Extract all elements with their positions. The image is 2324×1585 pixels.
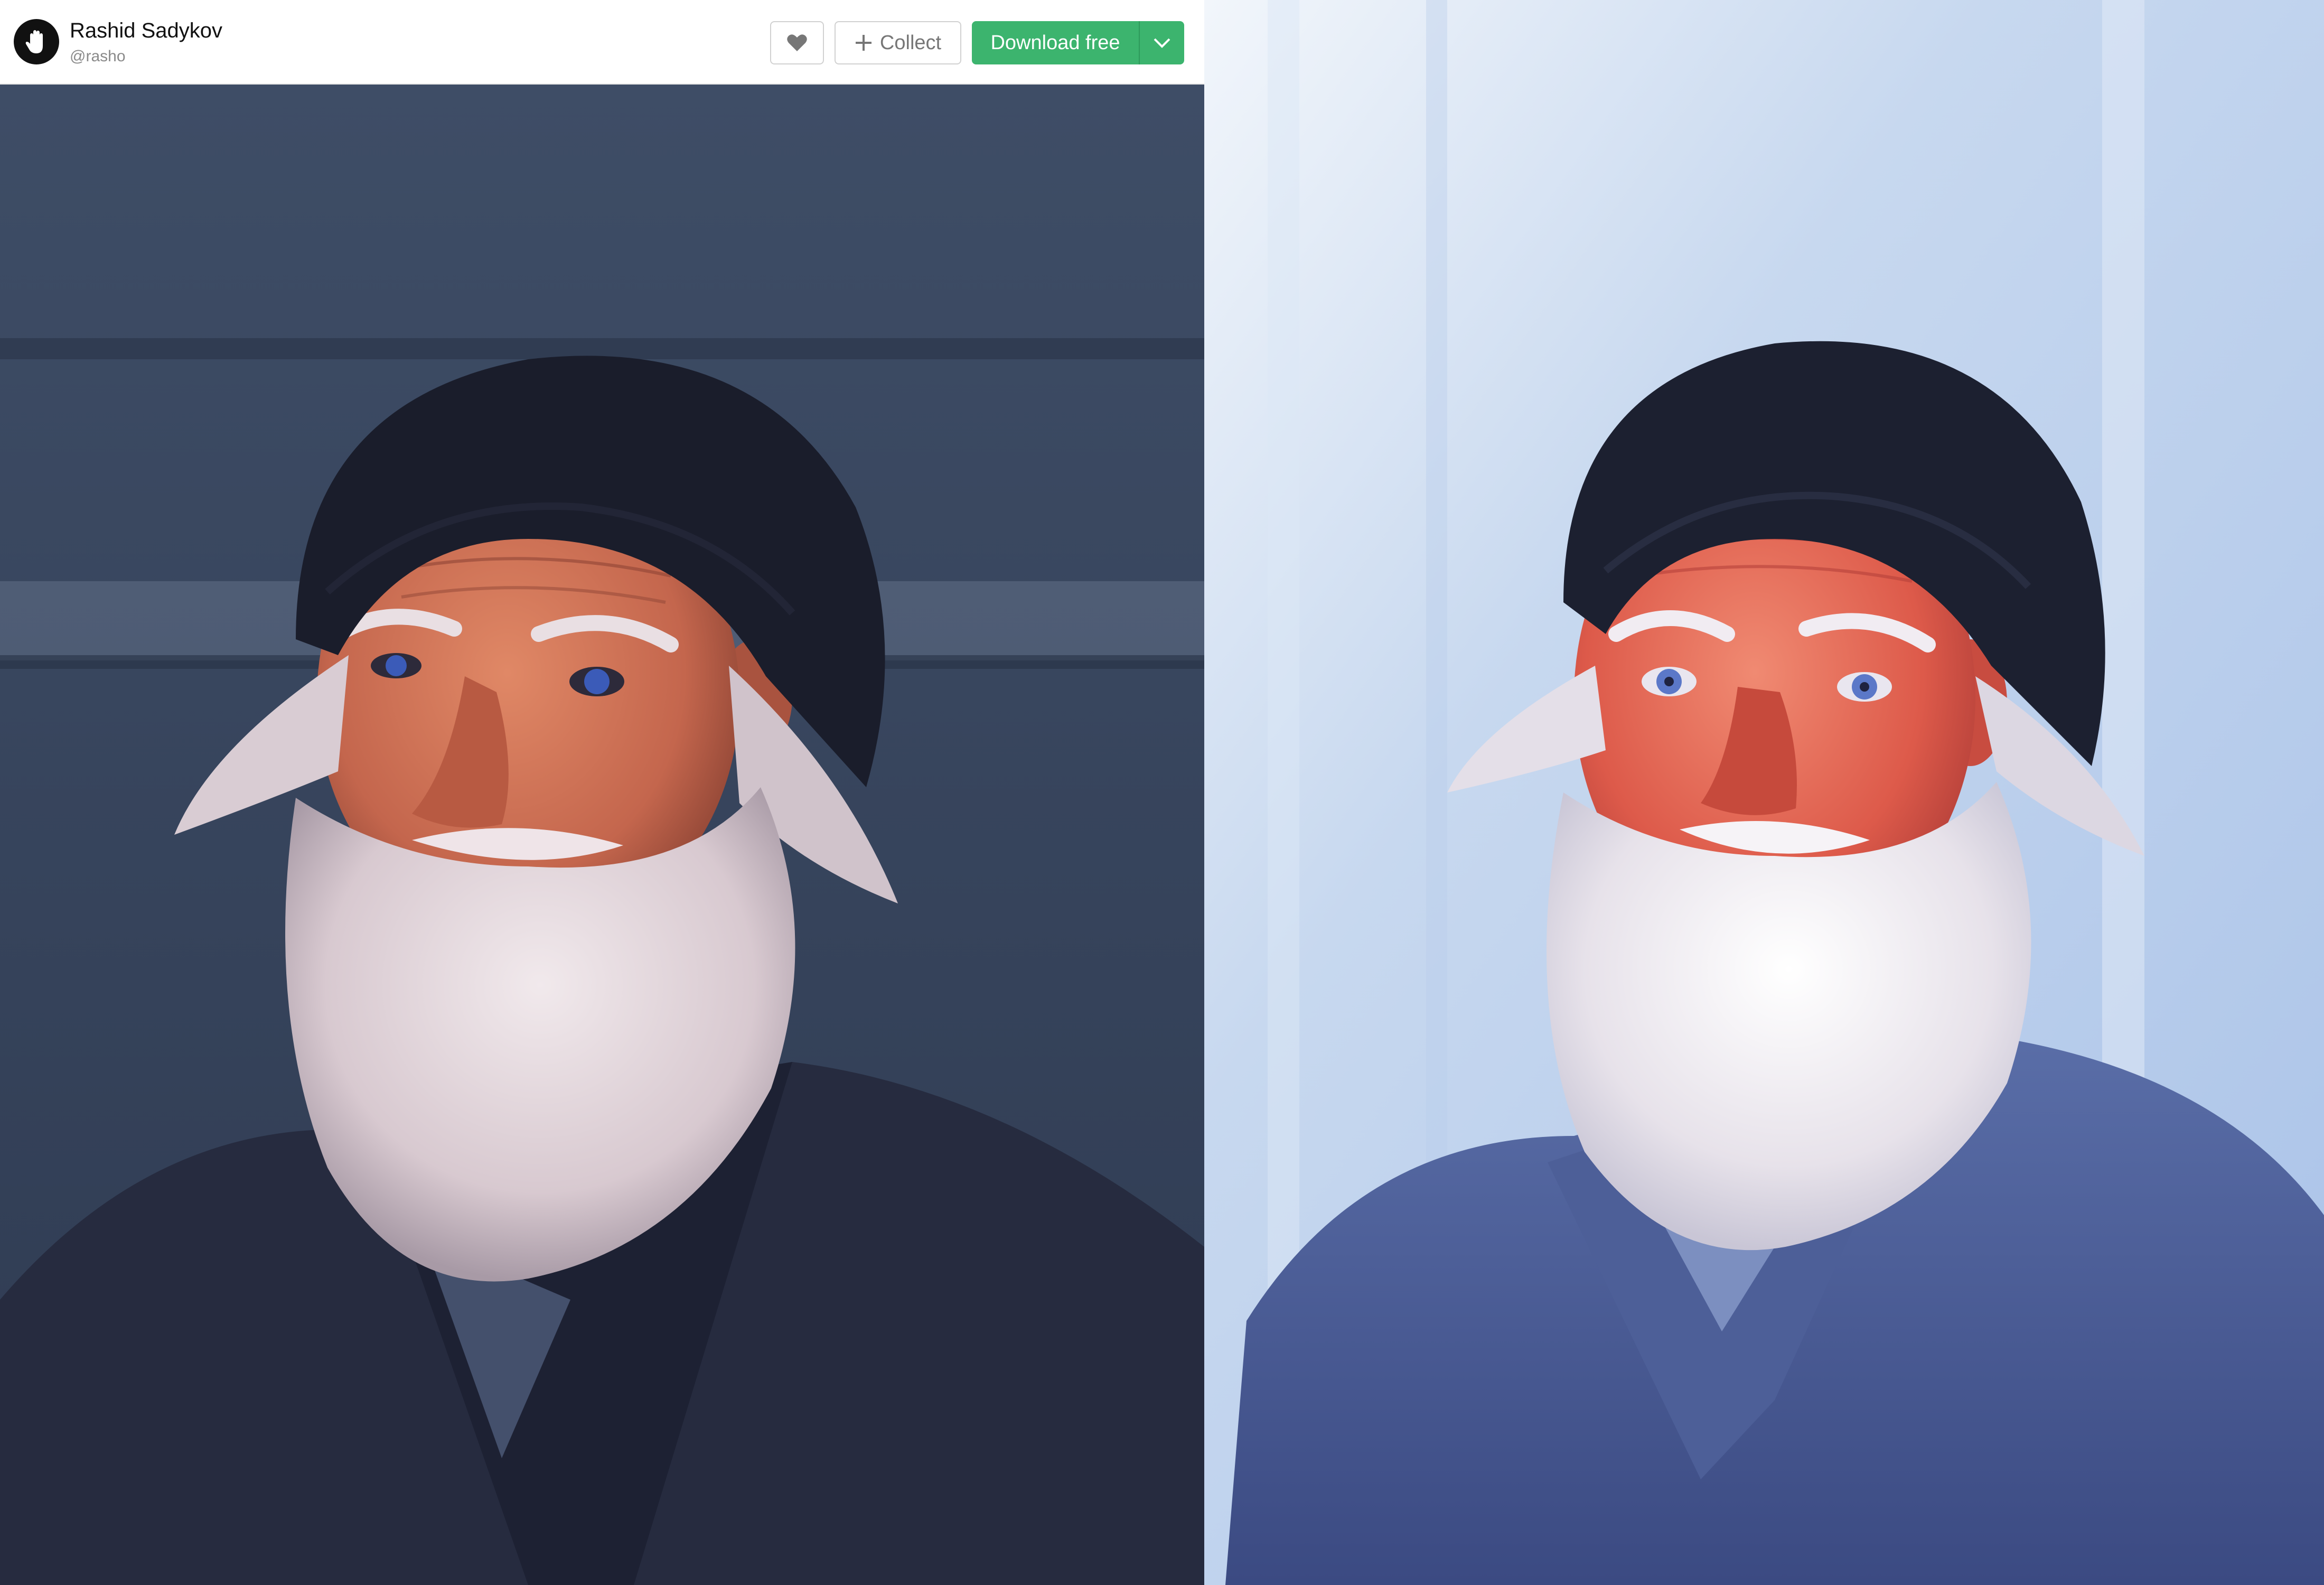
- download-options-button[interactable]: [1139, 21, 1184, 64]
- portrait-photograph: [0, 85, 1204, 1585]
- portrait-painting: [1204, 0, 2324, 1585]
- author-handle[interactable]: @rasho: [70, 48, 126, 66]
- author-avatar[interactable]: [14, 19, 59, 64]
- hand-icon: [21, 26, 52, 58]
- photo-page: Rashid Sadykov @rasho Collect Download f…: [0, 0, 1204, 1585]
- photo-header: Rashid Sadykov @rasho Collect Download f…: [0, 0, 1204, 85]
- chevron-down-icon: [1153, 37, 1171, 49]
- collect-label: Collect: [879, 31, 942, 54]
- author-name[interactable]: Rashid Sadykov: [70, 19, 222, 43]
- download-button[interactable]: Download free: [972, 21, 1139, 64]
- plus-icon: [855, 34, 873, 52]
- heart-icon: [786, 33, 808, 52]
- collect-button[interactable]: Collect: [835, 21, 961, 64]
- like-button[interactable]: [770, 21, 824, 64]
